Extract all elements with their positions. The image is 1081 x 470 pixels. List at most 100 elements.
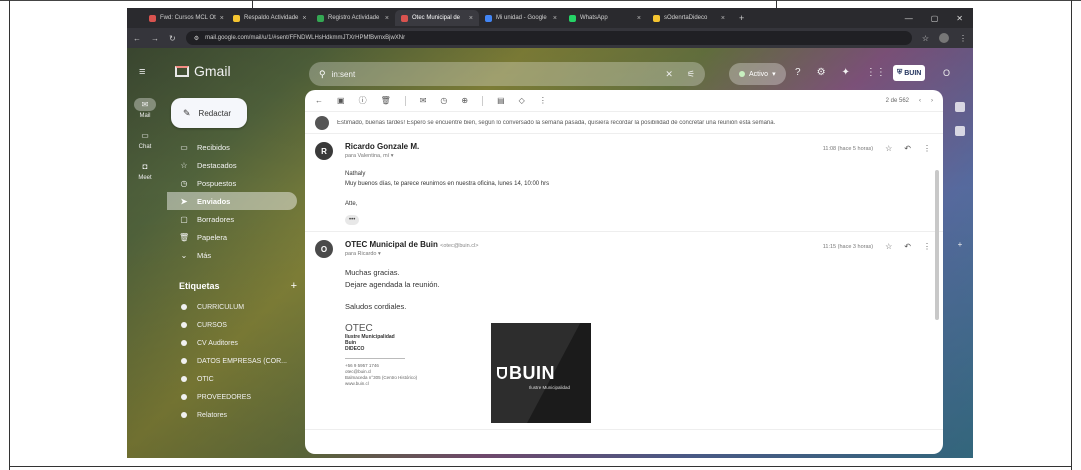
tab-label: Fwd: Cursos MCL Ot xyxy=(160,15,216,21)
search-input[interactable]: in:sent xyxy=(332,70,660,79)
sidebar-item-pospuestos[interactable]: ◷ Pospuestos xyxy=(167,174,297,192)
close-tab-icon[interactable]: × xyxy=(302,15,306,22)
label-item[interactable]: OTIC xyxy=(167,370,297,388)
new-tab-button[interactable]: + xyxy=(731,13,752,23)
star-icon[interactable]: ☆ xyxy=(885,242,892,251)
star-icon[interactable]: ☆ xyxy=(885,144,892,153)
help-icon[interactable]: ? xyxy=(795,67,801,78)
mark-unread-icon[interactable]: ✉ xyxy=(420,96,427,105)
browser-tab[interactable]: sOdenrtaDideco × xyxy=(647,10,731,26)
browser-menu-icon[interactable]: ⋮ xyxy=(959,34,967,43)
maximize-icon[interactable]: ▢ xyxy=(931,14,939,23)
next-icon[interactable]: › xyxy=(931,98,933,104)
label-item[interactable]: CURRICULUM xyxy=(167,298,297,316)
close-window-icon[interactable]: ✕ xyxy=(956,14,963,23)
close-tab-icon[interactable]: × xyxy=(721,15,725,22)
compose-button[interactable]: ✎ Redactar xyxy=(171,98,247,128)
status-dropdown[interactable]: Activo ▾ xyxy=(729,63,786,85)
account-avatar[interactable]: O xyxy=(943,68,950,78)
back-to-list-icon[interactable]: ← xyxy=(315,96,323,105)
reply-icon[interactable]: ↶ xyxy=(904,242,911,251)
signature-website[interactable]: www.buin.cl xyxy=(345,381,465,387)
sidebar-item-papelera[interactable]: 🗑 Papelera xyxy=(167,228,297,246)
clear-search-icon[interactable]: ✕ xyxy=(665,69,673,80)
status-dot-icon xyxy=(739,71,745,77)
settings-gear-icon[interactable]: ⚙ xyxy=(817,67,826,78)
back-icon[interactable]: ← xyxy=(133,34,141,43)
browser-tab[interactable]: Fwd: Cursos MCL Ot × xyxy=(143,10,227,26)
gmail-logo[interactable]: Gmail xyxy=(175,63,231,79)
body-line xyxy=(345,291,931,301)
app-rail: ✉ Mail ▭ Chat ◘ Meet xyxy=(127,98,163,458)
collapsed-message[interactable]: Estimado, buenas tardes! Espero se encue… xyxy=(305,112,943,134)
body-line: Muchas gracias. xyxy=(345,268,400,277)
add-addon-icon[interactable]: + xyxy=(958,240,963,249)
browser-tab-active[interactable]: Otec Municipal de × xyxy=(395,10,479,26)
recipient-line[interactable]: para Ricardo ▾ xyxy=(345,251,931,257)
close-tab-icon[interactable]: × xyxy=(385,15,389,22)
close-tab-icon[interactable]: × xyxy=(220,15,224,22)
more-options-icon[interactable]: ⋮ xyxy=(923,242,931,251)
signature-divider xyxy=(345,358,405,359)
report-spam-icon[interactable]: ⓘ xyxy=(359,95,367,106)
label-tag-icon xyxy=(181,304,187,310)
show-trimmed-content-button[interactable]: ••• xyxy=(345,215,360,225)
label-item[interactable]: PROVEEDORES xyxy=(167,388,297,406)
gemini-sparkle-icon[interactable]: ✦ xyxy=(842,67,850,78)
search-tools: ✕ ⚟ xyxy=(665,69,695,80)
main-menu-icon[interactable]: ≡ xyxy=(139,66,145,78)
more-options-icon[interactable]: ⋮ xyxy=(923,144,931,153)
add-task-icon[interactable]: ⊕ xyxy=(461,96,468,105)
browser-tab[interactable]: WhatsApp × xyxy=(563,10,647,26)
label-item[interactable]: CV Auditores xyxy=(167,334,297,352)
profile-avatar[interactable] xyxy=(939,33,949,43)
browser-tab[interactable]: Registro Actividade × xyxy=(311,10,395,26)
scrollbar[interactable] xyxy=(935,170,939,320)
delete-icon[interactable]: 🗑 xyxy=(381,96,391,105)
close-tab-icon[interactable]: × xyxy=(553,15,557,22)
minimize-icon[interactable]: — xyxy=(905,14,913,23)
keep-icon[interactable] xyxy=(955,126,965,136)
calendar-icon[interactable] xyxy=(955,102,965,112)
apps-grid-icon[interactable]: ⋮⋮ xyxy=(866,67,886,78)
tab-label: WhatsApp xyxy=(580,15,608,21)
search-bar[interactable]: ⚲ in:sent ✕ ⚟ xyxy=(309,62,705,86)
rail-item-chat[interactable]: ▭ Chat xyxy=(127,129,163,150)
recipient-line[interactable]: para Valentina, mí ▾ xyxy=(345,153,931,159)
sidebar-item-destacados[interactable]: ☆ Destacados xyxy=(167,156,297,174)
sidebar-item-recibidos[interactable]: ▭ Recibidos xyxy=(167,138,297,156)
organization-badge[interactable]: ⛨ BUIN xyxy=(893,65,926,81)
url-field[interactable]: ⚙ mail.google.com/mail/u/1/#sent/FFNDWLH… xyxy=(185,31,912,45)
move-to-icon[interactable]: ▤ xyxy=(497,96,505,105)
previous-icon[interactable]: ‹ xyxy=(919,98,921,104)
toolbar-divider xyxy=(404,95,406,106)
search-icon[interactable]: ⚲ xyxy=(319,69,326,80)
snooze-icon[interactable]: ◷ xyxy=(440,96,447,105)
bookmark-star-icon[interactable]: ☆ xyxy=(922,34,929,43)
archive-icon[interactable]: ▣ xyxy=(337,96,345,105)
close-tab-icon[interactable]: × xyxy=(469,15,473,22)
body-line: Muy buenos días, te parece reunirnos en … xyxy=(345,181,550,187)
site-settings-icon[interactable]: ⚙ xyxy=(194,35,199,42)
label-item[interactable]: CURSOS xyxy=(167,316,297,334)
sidebar-item-mas[interactable]: ⌄ Más xyxy=(167,246,297,264)
address-bar: ← → ↻ ⚙ mail.google.com/mail/u/1/#sent/F… xyxy=(127,28,973,48)
label-item[interactable]: DATOS EMPRESAS (COR... xyxy=(167,352,297,370)
search-options-icon[interactable]: ⚟ xyxy=(687,69,695,80)
sidebar-item-enviados[interactable]: ➤ Enviados xyxy=(167,192,297,210)
label-item[interactable]: Relatores xyxy=(167,406,297,424)
browser-tab[interactable]: Mi unidad - Google × xyxy=(479,10,563,26)
add-label-icon[interactable]: + xyxy=(291,280,297,292)
sidebar-item-borradores[interactable]: ▢ Borradores xyxy=(167,210,297,228)
forward-icon[interactable]: → xyxy=(151,34,159,43)
reply-icon[interactable]: ↶ xyxy=(904,144,911,153)
close-tab-icon[interactable]: × xyxy=(637,15,641,22)
rail-item-mail[interactable]: ✉ Mail xyxy=(127,98,163,119)
tab-label: Mi unidad - Google xyxy=(496,15,547,21)
reload-icon[interactable]: ↻ xyxy=(169,34,176,43)
more-actions-icon[interactable]: ⋮ xyxy=(539,96,547,105)
meet-icon: ◘ xyxy=(142,162,148,171)
label-icon[interactable]: ◇ xyxy=(519,96,525,105)
browser-tab[interactable]: Respaldo Actividade × xyxy=(227,10,311,26)
rail-item-meet[interactable]: ◘ Meet xyxy=(127,160,163,181)
